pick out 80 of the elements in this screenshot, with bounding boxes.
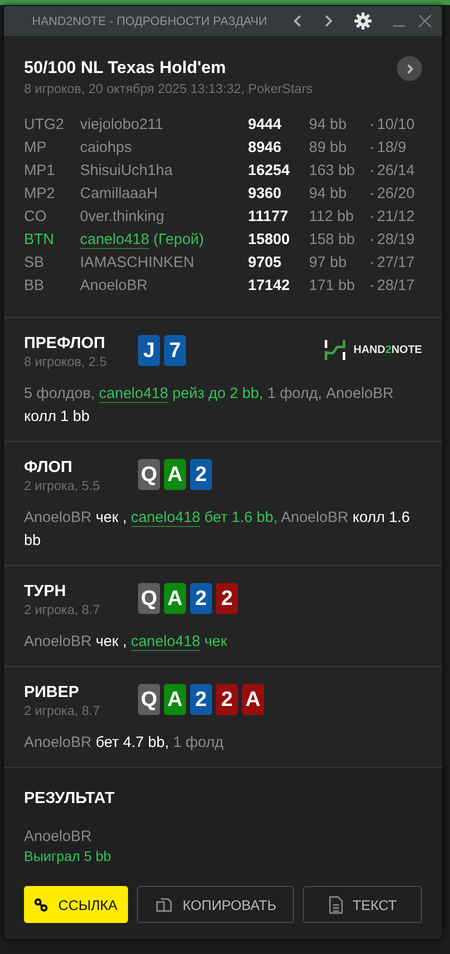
- playing-card: Q: [138, 583, 160, 614]
- stack-bb: 94 bb: [309, 184, 348, 204]
- street-actions: AnoeloBR бет 4.7 bb, 1 фолд: [24, 733, 224, 753]
- street-actions: AnoeloBR чек , canelo418 бет 1.6 bb, AnoeloBR колл 1.6 bb: [24, 508, 411, 551]
- player-name: AnoeloBR: [80, 276, 149, 296]
- stack: 16254: [248, 161, 291, 181]
- winner-name: AnoeloBR: [24, 828, 93, 845]
- player-name: caiohps: [80, 138, 133, 158]
- player-stats: 27/17: [377, 253, 416, 273]
- position: MP: [24, 138, 48, 158]
- hand-subtitle: 8 игроков, 20 октября 2025 13:13:32, PokerStars: [24, 81, 314, 96]
- street-name: РИВЕР: [24, 684, 80, 702]
- window-title: HAND2NOTE - ПОДРОБНОСТИ РАЗДАЧИ: [32, 14, 268, 28]
- player-name: IAMASCHINKEN: [80, 253, 196, 273]
- playing-card: 2: [190, 684, 212, 715]
- street-info: 8 игроков, 2.5: [24, 354, 108, 369]
- position: MP1: [24, 161, 56, 181]
- player-link[interactable]: canelo418: [80, 231, 150, 249]
- stack: 9444: [248, 115, 282, 135]
- player-name: CamillaaaH: [80, 184, 159, 204]
- position: BB: [24, 276, 46, 296]
- position: CO: [24, 207, 48, 227]
- player-stats: 26/20: [377, 184, 416, 204]
- stack-bb: 112 bb: [309, 207, 355, 227]
- player-stats: 18/9: [377, 138, 408, 158]
- playing-card: A: [164, 583, 186, 614]
- playing-card: Q: [138, 684, 160, 715]
- hand-title: 50/100 NL Texas Hold'em: [24, 58, 227, 78]
- stack: 11177: [248, 207, 290, 227]
- street-actions: AnoeloBR чек , canelo418 чек: [24, 632, 228, 653]
- street-info: 2 игрока, 5.5: [24, 478, 101, 493]
- playing-card: 7: [164, 335, 186, 366]
- stack: 15800: [248, 230, 291, 250]
- playing-card: 2: [216, 684, 238, 715]
- player-name: viejolobo211: [80, 115, 164, 135]
- street-name: ФЛОП: [24, 459, 74, 477]
- stack: 9360: [248, 184, 282, 204]
- text-button[interactable]: ТЕКСТ: [303, 886, 422, 923]
- playing-card: A: [164, 459, 186, 490]
- player-link[interactable]: canelo418: [130, 509, 200, 527]
- playing-card: 2: [216, 583, 238, 614]
- playing-card: Q: [138, 459, 160, 490]
- player-stats: 10/10: [377, 115, 416, 135]
- result-amount: Выиграл 5 bb: [24, 848, 112, 864]
- player-link[interactable]: canelo418: [130, 633, 200, 651]
- player-name: 0ver.thinking: [80, 207, 166, 227]
- playing-card: 2: [190, 583, 212, 614]
- stack-bb: 94 bb: [309, 115, 348, 135]
- street-info: 2 игрока, 8.7: [24, 703, 101, 718]
- logo-text: HAND2NOTE: [354, 344, 422, 356]
- stack-bb: 158 bb: [309, 230, 356, 250]
- position: UTG2: [24, 115, 66, 135]
- stack-bb: 163 bb: [309, 161, 356, 181]
- player-name: ShisuiUch1ha: [80, 161, 174, 181]
- stack: 9705: [248, 253, 282, 273]
- hero-tag: (Герой): [153, 231, 204, 248]
- result-title: РЕЗУЛЬТАТ: [24, 790, 116, 808]
- street-info: 2 игрока, 8.7: [24, 602, 101, 617]
- street-actions: 5 фолдов, canelo418 рейз до 2 bb, 1 фолд, AnoeloBR колл 1 bb: [24, 384, 395, 427]
- player-stats: 21/12: [377, 207, 416, 227]
- stack-bb: 97 bb: [309, 253, 348, 273]
- street-name: ПРЕФЛОП: [24, 335, 106, 353]
- copy-button[interactable]: КОПИРОВАТЬ: [136, 886, 294, 923]
- link-button[interactable]: ССЫЛКА: [24, 886, 128, 923]
- stack-bb: 171 bb: [309, 276, 356, 296]
- playing-card: J: [138, 335, 160, 366]
- playing-card: A: [164, 684, 186, 715]
- player-stats: 28/17: [377, 276, 416, 296]
- player-link[interactable]: canelo418: [99, 385, 168, 403]
- stack: 17142: [248, 276, 291, 296]
- playing-card: 2: [190, 459, 212, 490]
- position: BTN: [24, 230, 55, 250]
- stack: 8946: [248, 138, 282, 158]
- stack-bb: 89 bb: [309, 138, 348, 158]
- player-stats: 28/19: [377, 230, 416, 250]
- player-stats: 26/14: [377, 161, 416, 181]
- position: MP2: [24, 184, 56, 204]
- street-name: ТУРН: [24, 583, 67, 601]
- position: SB: [24, 253, 46, 273]
- playing-card: A: [242, 684, 264, 715]
